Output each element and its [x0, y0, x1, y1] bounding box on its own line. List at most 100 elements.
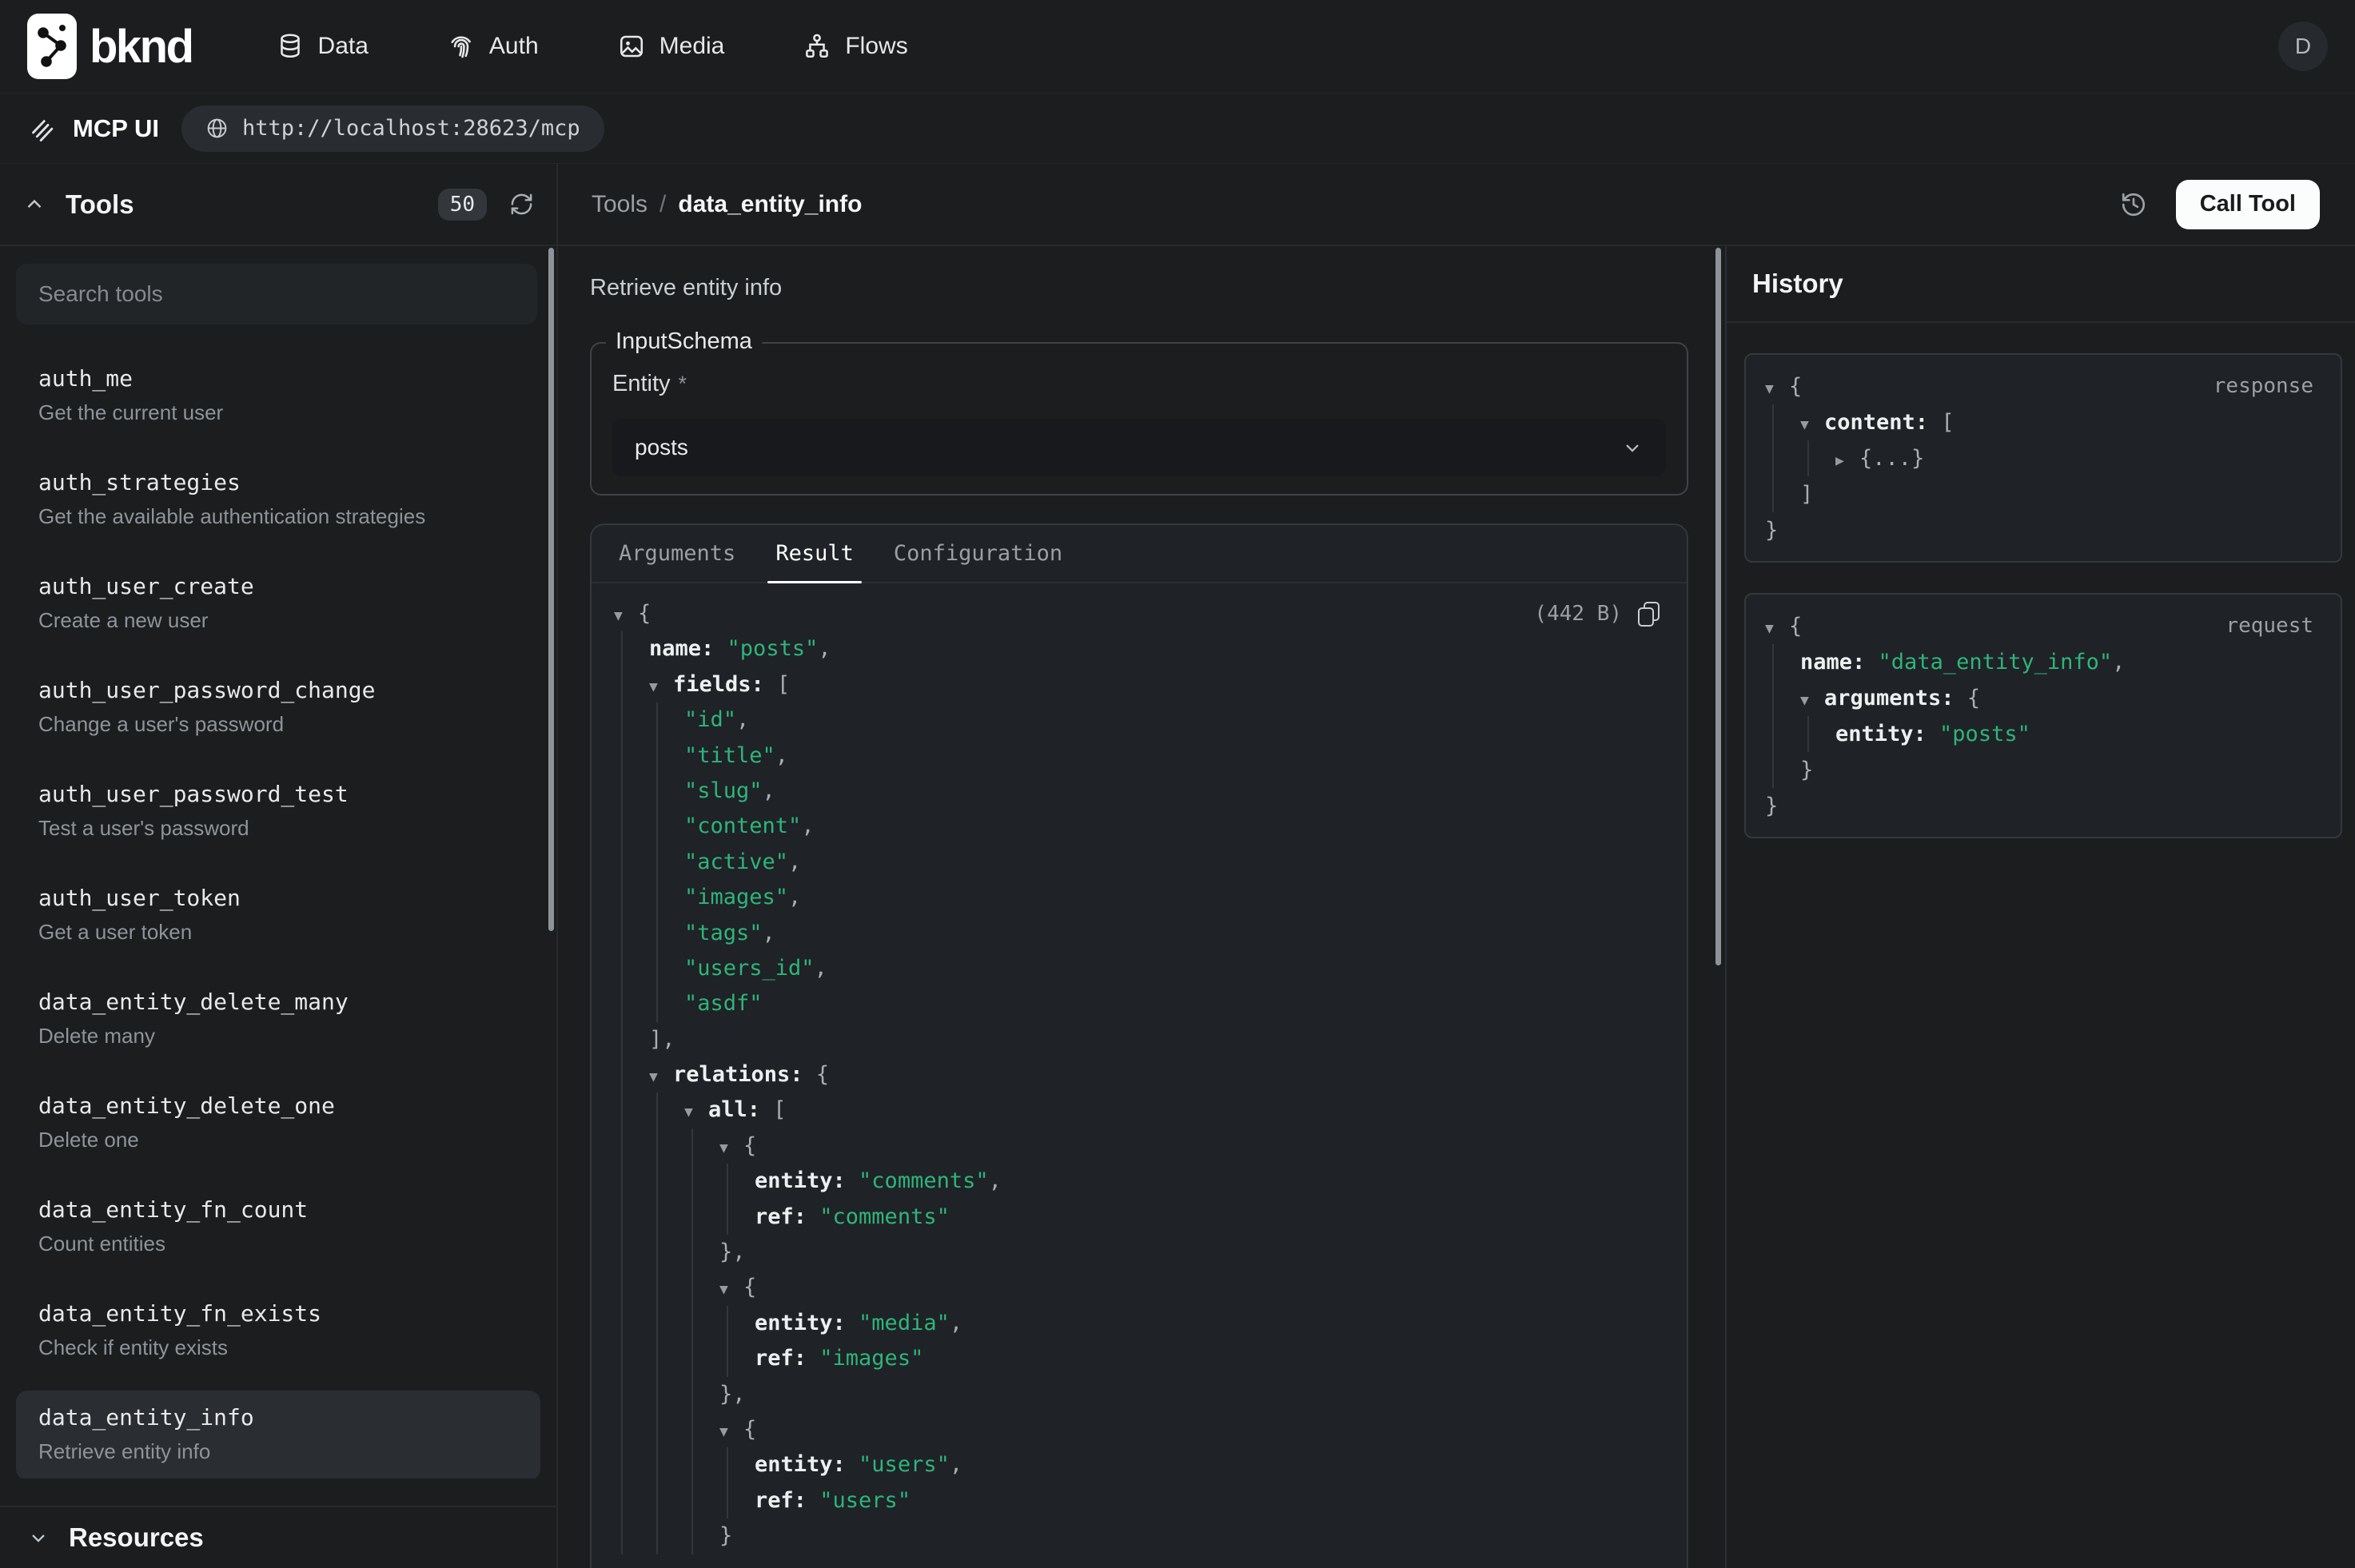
- indent-guide: [656, 1128, 658, 1164]
- collapse-tools-button[interactable]: [22, 193, 46, 217]
- collapse-icon[interactable]: ▼: [719, 1131, 743, 1166]
- brand-name: bknd: [90, 20, 193, 74]
- nav-item-auth[interactable]: Auth: [447, 32, 539, 61]
- collapse-icon[interactable]: ▼: [1765, 371, 1789, 407]
- indent-guide: [1772, 716, 1774, 752]
- collapse-icon[interactable]: ▼: [1800, 407, 1824, 443]
- tab-arguments[interactable]: Arguments: [616, 525, 739, 582]
- app-root: bknd Data: [0, 0, 2355, 1568]
- indent-guide: [656, 845, 658, 880]
- indent-guide: [691, 1306, 693, 1341]
- indent-guide: [656, 880, 658, 915]
- result-json-tree: ▼{(442 B)name: "posts",▼fields: ["id","t…: [592, 583, 1687, 1554]
- tool-name: data_entity_fn_exists: [38, 1299, 518, 1328]
- json-token: "slug": [684, 778, 763, 803]
- copy-icon[interactable]: [1638, 602, 1660, 627]
- tool-list-item-data_entity_fn_exists[interactable]: data_entity_fn_existsCheck if entity exi…: [16, 1287, 540, 1376]
- refresh-tools-button[interactable]: [509, 192, 534, 217]
- json-line: "id",: [592, 702, 1687, 738]
- tool-desc: Delete one: [38, 1127, 518, 1152]
- history-title: History: [1752, 269, 1843, 299]
- breadcrumb-tools-link[interactable]: Tools: [592, 191, 648, 218]
- tool-list-item-data_entity_fn_count[interactable]: data_entity_fn_countCount entities: [16, 1183, 540, 1272]
- tab-configuration[interactable]: Configuration: [891, 525, 1066, 582]
- json-token: ref:: [755, 1488, 819, 1513]
- brand-logo[interactable]: bknd: [27, 14, 193, 79]
- json-token: {: [638, 601, 651, 626]
- history-panel: History ▼{response▼content: [▶{...}]} ▼{…: [1725, 246, 2355, 1568]
- nav-item-media[interactable]: Media: [617, 32, 725, 61]
- collapse-icon[interactable]: ▼: [719, 1415, 743, 1450]
- tool-list-item-auth_me[interactable]: auth_meGet the current user: [16, 352, 540, 441]
- tool-name: data_entity_info: [38, 1403, 518, 1432]
- json-line: }: [1760, 512, 2326, 548]
- tool-list-item-auth_strategies[interactable]: auth_strategiesGet the available authent…: [16, 456, 540, 545]
- json-line: "tags",: [592, 916, 1687, 951]
- indent-guide: [727, 1164, 728, 1199]
- tool-list-item-auth_user_create[interactable]: auth_user_createCreate a new user: [16, 559, 540, 649]
- json-token: }: [1765, 518, 1778, 543]
- content-area: auth_meGet the current user auth_strategi…: [0, 246, 2355, 1568]
- result-tabs: Arguments Result Configuration: [592, 525, 1687, 583]
- json-token: ,: [775, 743, 788, 768]
- collapse-icon[interactable]: ▼: [1800, 683, 1824, 718]
- collapse-icon[interactable]: ▼: [614, 599, 638, 634]
- indent-guide: [656, 1270, 658, 1305]
- entity-select[interactable]: posts: [612, 419, 1666, 476]
- top-nav: bknd Data: [0, 0, 2355, 94]
- tool-list-item-data_entity_delete_many[interactable]: data_entity_delete_manyDelete many: [16, 975, 540, 1065]
- sidebar-scrollbar[interactable]: [548, 248, 554, 931]
- json-token: "tags": [684, 921, 763, 945]
- tab-result[interactable]: Result: [772, 525, 857, 582]
- tool-list-item-auth_user_token[interactable]: auth_user_tokenGet a user token: [16, 871, 540, 961]
- json-token: "posts": [1939, 722, 2030, 746]
- nav-item-label: Data: [318, 33, 369, 60]
- response-json-tree: ▼{response▼content: [▶{...}]}: [1760, 365, 2326, 548]
- nav-item-flows[interactable]: Flows: [803, 32, 907, 61]
- mcp-url-pill[interactable]: http://localhost:28623/mcp: [181, 105, 604, 152]
- tool-desc: Create a new user: [38, 607, 518, 633]
- tool-name: data_entity_fn_count: [38, 1196, 518, 1224]
- collapse-icon[interactable]: ▼: [649, 1060, 673, 1095]
- search-input[interactable]: [16, 264, 537, 324]
- indent-guide: [1772, 644, 1774, 680]
- indent-guide: [656, 1518, 658, 1554]
- nav-item-label: Auth: [489, 33, 539, 60]
- tools-count-badge: 50: [438, 189, 487, 221]
- json-line: ▼{request: [1760, 608, 2326, 644]
- tool-list-item-auth_user_password_change[interactable]: auth_user_password_changeChange a user's…: [16, 663, 540, 753]
- tool-list-item-auth_user_password_test[interactable]: auth_user_password_testTest a user's pas…: [16, 767, 540, 857]
- history-toggle-button[interactable]: [2120, 191, 2147, 218]
- json-token: ,: [788, 850, 801, 874]
- expand-icon[interactable]: ▶: [1835, 443, 1859, 479]
- history-card-request[interactable]: ▼{requestname: "data_entity_info",▼argum…: [1744, 593, 2342, 838]
- collapse-icon[interactable]: ▼: [1765, 611, 1789, 647]
- breadcrumb-bar: Tools / data_entity_info Call Tool: [558, 164, 2355, 245]
- collapse-icon[interactable]: ▼: [684, 1095, 708, 1130]
- avatar[interactable]: D: [2278, 22, 2328, 71]
- line-meta: (442 B): [1534, 596, 1660, 631]
- json-line: "title",: [592, 738, 1687, 774]
- indent-guide: [621, 702, 623, 738]
- call-tool-button[interactable]: Call Tool: [2176, 180, 2320, 229]
- collapse-icon[interactable]: ▼: [649, 670, 673, 705]
- json-token: arguments:: [1824, 686, 1967, 710]
- input-schema-fieldset: InputSchema Entity* posts: [590, 342, 1688, 495]
- entity-field-label: Entity*: [612, 371, 1687, 397]
- history-card-response[interactable]: ▼{response▼content: [▶{...}]}: [1744, 353, 2342, 563]
- collapse-icon[interactable]: ▼: [719, 1272, 743, 1307]
- nav-item-label: Media: [659, 33, 725, 60]
- tool-desc: Get a user token: [38, 919, 518, 945]
- json-line: ▼{: [592, 1128, 1687, 1164]
- nav-item-data[interactable]: Data: [276, 32, 369, 61]
- tool-list-item-data_entity_info[interactable]: data_entity_infoRetrieve entity info: [16, 1391, 540, 1478]
- tool-desc: Get the current user: [38, 400, 518, 425]
- breadcrumb-separator: /: [659, 191, 666, 218]
- input-schema-legend: InputSchema: [606, 328, 762, 355]
- tool-list-item-data_entity_delete_one[interactable]: data_entity_delete_oneDelete one: [16, 1079, 540, 1168]
- meta-label: (442 B): [1534, 596, 1622, 631]
- resources-section-header[interactable]: Resources: [0, 1506, 556, 1568]
- json-token: ,: [788, 885, 801, 909]
- main-scrollbar[interactable]: [1715, 248, 1721, 965]
- json-line: }: [1760, 752, 2326, 788]
